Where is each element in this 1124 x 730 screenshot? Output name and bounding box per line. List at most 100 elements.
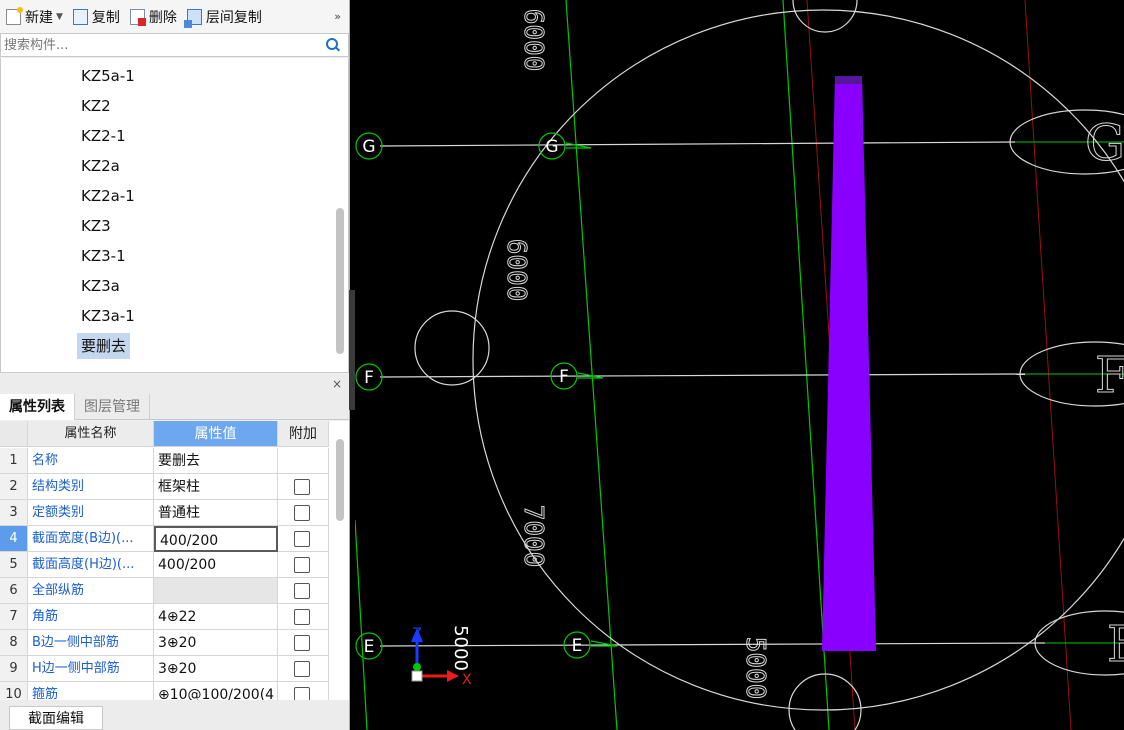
property-value-editor[interactable]: 400/200 — [154, 526, 278, 552]
tree-item[interactable]: KZ3-1 — [77, 243, 130, 269]
property-row[interactable]: 7 角筋 4⊕22 — [0, 604, 333, 630]
row-index: 6 — [0, 578, 28, 604]
large-circle — [472, 9, 1124, 711]
property-row[interactable]: 10 箍筋 ⊕10@100/200(4 — [0, 682, 333, 700]
extra-checkbox[interactable] — [294, 687, 310, 700]
property-value[interactable]: 框架柱 — [154, 474, 278, 500]
property-row[interactable]: 1 名称 要删去 — [0, 448, 333, 474]
tree-item[interactable]: KZ3 — [77, 213, 115, 239]
green-grid-lines — [355, 0, 830, 730]
property-value[interactable]: 3⊕20 — [154, 630, 278, 656]
extra-checkbox[interactable] — [294, 531, 310, 547]
column-shape[interactable] — [822, 76, 876, 651]
extra-checkbox[interactable] — [294, 609, 310, 625]
property-extra-cell — [278, 656, 329, 682]
property-value[interactable] — [154, 578, 278, 604]
tree-item[interactable]: KZ2a — [77, 153, 124, 179]
new-button[interactable]: 新建 ▼ — [6, 6, 63, 27]
component-tree: KZ5a-1 KZ2 KZ2-1 KZ2a KZ2a-1 KZ3 KZ3-1 K… — [0, 58, 349, 373]
tree-item[interactable]: KZ2 — [77, 93, 115, 119]
axis-label: G — [545, 137, 558, 157]
property-name: 截面宽度(B边)(... — [28, 526, 154, 552]
property-value[interactable]: 400/200 — [154, 552, 278, 578]
property-value[interactable]: 普通柱 — [154, 500, 278, 526]
property-name: 截面高度(H边)(... — [28, 552, 154, 578]
dimension-text: 6000 — [501, 239, 531, 302]
tree-item[interactable]: KZ5a-1 — [77, 63, 139, 89]
grid-line — [782, 0, 830, 730]
axis-arrow — [565, 142, 592, 149]
tree-item[interactable]: KZ3a — [77, 273, 124, 299]
property-table-header: 属性名称 属性值 附加 — [0, 421, 333, 447]
selected-column — [822, 76, 876, 651]
axis-label: E — [572, 636, 583, 656]
property-tabs: 属性列表 图层管理 — [0, 394, 349, 420]
property-row[interactable]: 6 全部纵筋 — [0, 578, 333, 604]
row-index: 10 — [0, 682, 28, 700]
section-edit-button[interactable]: 截面编辑 — [9, 706, 103, 730]
property-row[interactable]: 9 H边一侧中部筋 3⊕20 — [0, 656, 333, 682]
property-scrollbar[interactable] — [336, 439, 344, 521]
property-value[interactable]: 要删去 — [154, 448, 278, 474]
property-row[interactable]: 2 结构类别 框架柱 — [0, 474, 333, 500]
dimension-text-group: 6000 6000 7000 5000 — [501, 8, 771, 700]
property-name: B边一侧中部筋 — [28, 630, 154, 656]
drawing-canvas[interactable]: G G F F E E G F E 6000 6000 7000 5000 50… — [355, 0, 1124, 730]
large-axis-label: G — [1085, 114, 1124, 172]
search-input[interactable] — [1, 34, 325, 56]
component-toolbar: 新建 ▼ 复制 删除 层间复制 » — [0, 0, 349, 33]
axis-label: E — [364, 637, 375, 657]
delete-icon — [129, 8, 146, 26]
x-axis-label: X — [462, 672, 472, 688]
property-extra-cell — [278, 474, 329, 500]
dimension-value-label: 5000 — [450, 625, 471, 671]
header-value: 属性值 — [154, 421, 278, 447]
property-value[interactable]: 3⊕20 — [154, 656, 278, 682]
large-axis-label: F — [1095, 346, 1124, 404]
property-extra-cell — [278, 526, 329, 552]
row-index: 1 — [0, 448, 28, 474]
small-circle-top — [792, 0, 858, 33]
property-row[interactable]: 5 截面高度(H边)(... 400/200 — [0, 552, 333, 578]
property-name: H边一侧中部筋 — [28, 656, 154, 682]
header-index-cell — [0, 421, 28, 447]
extra-checkbox[interactable] — [294, 583, 310, 599]
property-value[interactable]: ⊕10@100/200(4 — [154, 682, 278, 700]
property-value[interactable]: 4⊕22 — [154, 604, 278, 630]
extra-checkbox[interactable] — [294, 479, 310, 495]
tree-item[interactable]: KZ3a-1 — [77, 303, 139, 329]
extra-checkbox[interactable] — [294, 661, 310, 677]
origin-dot — [413, 663, 421, 671]
copy-button[interactable]: 复制 — [72, 7, 120, 27]
property-extra-cell — [278, 578, 329, 604]
search-icon[interactable] — [325, 37, 341, 53]
x-axis-arrow — [447, 670, 459, 682]
property-row[interactable]: 3 定额类别 普通柱 — [0, 500, 333, 526]
tab-layer-management[interactable]: 图层管理 — [75, 394, 150, 420]
overflow-menu-icon[interactable]: » — [334, 10, 341, 23]
chevron-down-icon[interactable]: ▼ — [56, 12, 63, 22]
property-row-selected[interactable]: 4 截面宽度(B边)(... 400/200 — [0, 526, 333, 552]
delete-button[interactable]: 删除 — [129, 7, 177, 27]
extra-checkbox[interactable] — [294, 505, 310, 521]
floor-copy-button[interactable]: 层间复制 — [183, 7, 262, 28]
dimension-text: 6000 — [518, 9, 548, 72]
extra-checkbox[interactable] — [294, 635, 310, 651]
property-table: 属性名称 属性值 附加 1 名称 要删去 2 结构类别 框架柱 3 定额类别 普… — [0, 421, 349, 700]
extra-checkbox[interactable] — [294, 557, 310, 573]
property-row[interactable]: 8 B边一侧中部筋 3⊕20 — [0, 630, 333, 656]
origin-marker — [411, 670, 423, 682]
close-icon[interactable]: × — [332, 377, 342, 391]
tab-property-list[interactable]: 属性列表 — [0, 394, 75, 420]
dimension-text: 7000 — [518, 505, 548, 568]
property-extra-cell — [278, 448, 329, 474]
new-file-icon — [6, 6, 23, 25]
tree-scrollbar[interactable] — [336, 208, 344, 354]
tree-item[interactable]: KZ2a-1 — [77, 183, 139, 209]
row-index: 7 — [0, 604, 28, 630]
axis-label: F — [364, 368, 374, 388]
small-circle-bottom — [788, 673, 862, 730]
new-button-label: 新建 — [25, 9, 53, 26]
tree-item-selected[interactable]: 要删去 — [77, 333, 131, 359]
tree-item[interactable]: KZ2-1 — [77, 123, 130, 149]
